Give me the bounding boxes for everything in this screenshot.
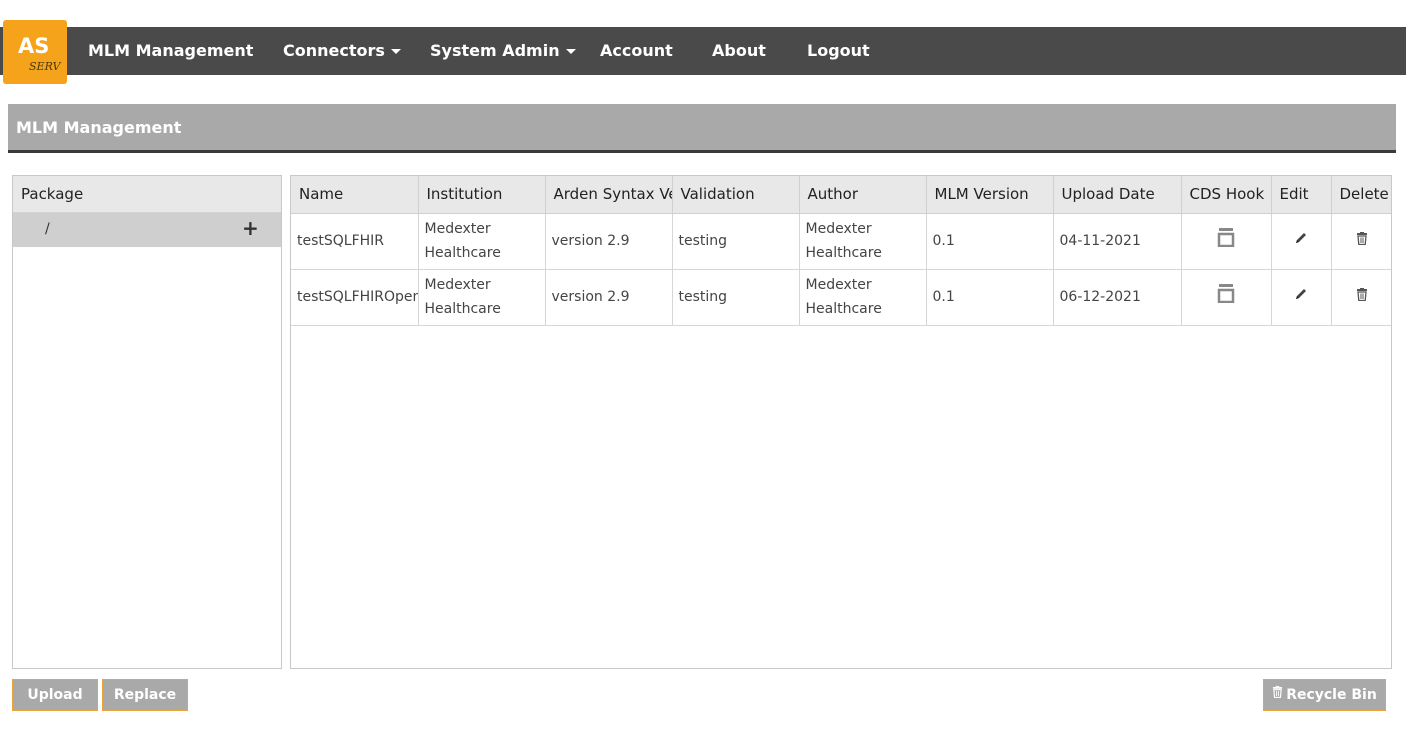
table-row[interactable]: testSQLFHIR Medexter Healthcare version … — [291, 213, 1391, 270]
caret-down-icon — [390, 49, 401, 54]
replace-button[interactable]: Replace — [102, 679, 188, 711]
app-logo[interactable]: AS SERV — [3, 20, 67, 84]
edit-pencil-icon[interactable] — [1294, 285, 1308, 309]
nav-connectors[interactable]: Connectors — [283, 27, 401, 75]
trash-icon — [1272, 679, 1283, 709]
nav-about[interactable]: About — [712, 27, 766, 75]
nav-about-label: About — [712, 41, 766, 60]
replace-button-label: Replace — [113, 687, 177, 703]
trash-icon[interactable] — [1356, 229, 1368, 253]
nav-account[interactable]: Account — [600, 27, 673, 75]
nav-logout-label: Logout — [807, 41, 870, 60]
nav-system-admin[interactable]: System Admin — [430, 27, 576, 75]
logo-sub-text: SERV — [29, 60, 61, 73]
mlm-table: Name Institution Arden Syntax Version Va… — [291, 176, 1391, 326]
column-header-upload-date[interactable]: Upload Date — [1053, 176, 1182, 214]
add-package-icon[interactable]: + — [242, 216, 259, 240]
trash-icon[interactable] — [1356, 285, 1368, 309]
recycle-bin-label: Recycle Bin — [1286, 687, 1377, 703]
column-header-author[interactable]: Author — [799, 176, 927, 214]
cell-edit — [1271, 213, 1332, 270]
column-header-mlm-version[interactable]: MLM Version — [926, 176, 1054, 214]
nav-account-label: Account — [600, 41, 673, 60]
edit-pencil-icon[interactable] — [1294, 229, 1308, 253]
cell-edit — [1271, 269, 1332, 326]
page-title: MLM Management — [16, 118, 182, 137]
nav-connectors-label: Connectors — [283, 41, 385, 60]
table-row[interactable]: testSQLFHIROpenEHR Medexter Healthcare v… — [291, 269, 1391, 326]
cell-validation: testing — [672, 213, 800, 270]
package-tree-panel: Package / + — [12, 175, 282, 669]
column-header-edit: Edit — [1271, 176, 1332, 214]
logo-main-text: AS — [18, 34, 50, 58]
cell-upload-date: 04-11-2021 — [1053, 213, 1182, 270]
nav-logout[interactable]: Logout — [807, 27, 870, 75]
cell-mlm-version: 0.1 — [926, 213, 1054, 270]
panel-header: MLM Management — [8, 104, 1396, 153]
cell-upload-date: 06-12-2021 — [1053, 269, 1182, 326]
cell-author: Medexter Healthcare — [799, 269, 927, 326]
cell-validation: testing — [672, 269, 800, 326]
cell-name: testSQLFHIR — [291, 213, 419, 270]
package-root-label: / — [45, 221, 50, 237]
mlm-table-panel: Name Institution Arden Syntax Version Va… — [290, 175, 1392, 669]
cell-institution: Medexter Healthcare — [418, 213, 546, 270]
top-navbar: MLM Management Connectors System Admin A… — [0, 27, 1406, 75]
package-header: Package — [13, 176, 281, 213]
cell-author: Medexter Healthcare — [799, 213, 927, 270]
column-header-delete: Delete — [1331, 176, 1391, 214]
upload-button[interactable]: Upload — [12, 679, 98, 711]
cell-cds-hook — [1181, 269, 1272, 326]
column-header-validation[interactable]: Validation — [672, 176, 800, 214]
column-header-name[interactable]: Name — [291, 176, 419, 214]
cell-delete — [1331, 213, 1391, 270]
cell-cds-hook — [1181, 213, 1272, 270]
cell-delete — [1331, 269, 1391, 326]
cell-institution: Medexter Healthcare — [418, 269, 546, 326]
recycle-bin-button[interactable]: Recycle Bin — [1263, 679, 1386, 711]
package-root-item[interactable]: / + — [13, 213, 281, 247]
table-header-row: Name Institution Arden Syntax Version Va… — [291, 176, 1391, 214]
nav-mlm-management-label: MLM Management — [88, 41, 254, 60]
cds-hook-icon[interactable] — [1217, 283, 1235, 311]
cell-name: testSQLFHIROpenEHR — [291, 269, 419, 326]
nav-system-admin-label: System Admin — [430, 41, 560, 60]
cell-arden-version: version 2.9 — [545, 213, 673, 270]
column-header-cds-hook: CDS Hook — [1181, 176, 1272, 214]
cell-arden-version: version 2.9 — [545, 269, 673, 326]
upload-button-label: Upload — [27, 687, 83, 703]
cds-hook-icon[interactable] — [1217, 227, 1235, 255]
column-header-institution[interactable]: Institution — [418, 176, 546, 214]
cell-mlm-version: 0.1 — [926, 269, 1054, 326]
caret-down-icon — [565, 49, 576, 54]
nav-mlm-management[interactable]: MLM Management — [88, 27, 253, 75]
column-header-arden-version[interactable]: Arden Syntax Version — [545, 176, 673, 214]
